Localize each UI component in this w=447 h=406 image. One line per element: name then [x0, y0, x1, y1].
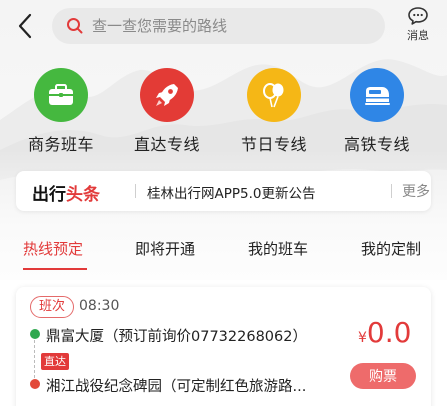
start-stop-icon — [30, 329, 40, 339]
price-value: 0.0 — [366, 316, 412, 349]
search-input[interactable] — [92, 8, 372, 44]
currency-symbol: ¥ — [358, 330, 367, 346]
balloon-icon — [247, 68, 301, 122]
category-label: 直达专线 — [133, 135, 200, 154]
news-headline-bar[interactable]: 出行头条 桂林出行网APP5.0更新公告 更多 — [16, 171, 431, 211]
start-stop: 鼎富大厦（预订前询价07732268062） — [46, 329, 307, 345]
divider — [391, 184, 392, 198]
category-grid: 商务班车 直达专线 节日专线 高铁专线 — [0, 68, 447, 158]
price: ¥0.0 — [358, 316, 411, 349]
category-label: 节日专线 — [240, 135, 307, 154]
news-logo-prefix: 出行 — [32, 185, 66, 205]
category-business-shuttle[interactable]: 商务班车 — [11, 68, 111, 156]
end-stop-icon — [30, 379, 40, 389]
category-holiday-line[interactable]: 节日专线 — [224, 68, 324, 156]
buy-ticket-button[interactable]: 购票 — [350, 363, 416, 389]
search-bar[interactable] — [52, 8, 385, 44]
news-logo-suffix: 头条 — [66, 185, 100, 205]
divider — [135, 184, 136, 198]
schedule-badge: 班次 — [30, 296, 74, 318]
top-bar: 消息 — [0, 0, 447, 54]
tab-coming-soon[interactable]: 即将开通 — [135, 238, 195, 259]
tab-my-shuttle[interactable]: 我的班车 — [248, 238, 308, 259]
briefcase-icon — [34, 68, 88, 122]
chevron-left-icon — [18, 13, 32, 39]
tab-my-custom[interactable]: 我的定制 — [361, 238, 421, 259]
news-headline[interactable]: 桂林出行网APP5.0更新公告 — [147, 182, 316, 202]
chat-bubble-icon — [408, 7, 428, 25]
route-tabs: 热线预定 即将开通 我的班车 我的定制 — [0, 232, 447, 272]
tab-hot-booking[interactable]: 热线预定 — [23, 238, 83, 259]
category-high-speed-rail[interactable]: 高铁专线 — [327, 68, 427, 156]
route-connector — [34, 340, 36, 378]
category-label: 商务班车 — [27, 135, 94, 154]
active-tab-indicator — [23, 268, 87, 270]
news-more-link[interactable]: 更多 — [402, 181, 430, 201]
end-stop: 湘江战役纪念碑园（可定制红色旅游路... — [46, 379, 307, 395]
category-direct-line[interactable]: 直达专线 — [117, 68, 217, 156]
departure-time: 08:30 — [79, 298, 120, 314]
direct-tag: 直达 — [41, 353, 69, 370]
train-icon — [350, 68, 404, 122]
search-icon — [67, 18, 83, 34]
message-button[interactable]: 消息 — [400, 6, 436, 48]
news-logo: 出行头条 — [32, 180, 100, 205]
category-label: 高铁专线 — [343, 135, 410, 154]
route-card[interactable]: 班次 08:30 鼎富大厦（预订前询价07732268062） 直达 湘江战役纪… — [16, 287, 431, 406]
back-button[interactable] — [14, 10, 36, 42]
rocket-icon — [140, 68, 194, 122]
message-label: 消息 — [407, 29, 429, 42]
